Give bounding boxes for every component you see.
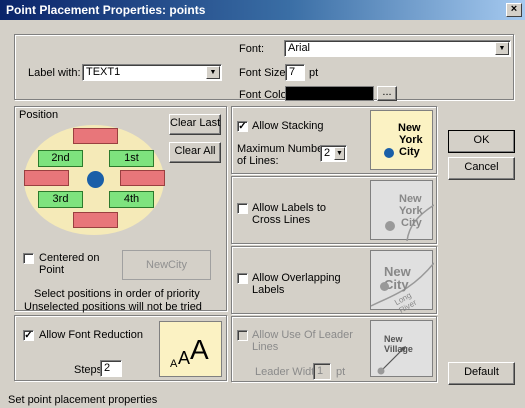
preview-letter-medium: A — [178, 348, 191, 368]
position-left[interactable] — [24, 170, 69, 186]
overlapping-label-2: Labels — [252, 284, 285, 296]
position-hint-1: Select positions in order of priority — [34, 288, 200, 300]
centered-preview: NewCity — [122, 250, 211, 280]
font-color-swatch[interactable] — [285, 86, 374, 101]
font-size-caption: Font Size: — [239, 67, 289, 79]
leader-label-2: Lines — [252, 341, 279, 353]
font-size-unit: pt — [309, 67, 319, 79]
position-bottom[interactable] — [73, 212, 118, 228]
position-slot-1st[interactable]: 1st — [109, 150, 154, 167]
centered-checkbox[interactable] — [23, 253, 34, 264]
stacking-preview-line3: City — [399, 146, 420, 158]
overlapping-preview: New City Long River — [370, 250, 434, 315]
window-title: Point Placement Properties: points — [6, 3, 206, 17]
cancel-button[interactable]: Cancel — [448, 157, 515, 180]
font-reduction-checkbox[interactable]: ✓ — [23, 330, 34, 341]
font-value: Arial — [288, 42, 311, 54]
label-with-select[interactable]: TEXT1 ▼ — [82, 64, 222, 81]
steps-label: Steps — [74, 364, 103, 376]
font-color-button[interactable]: ... — [377, 86, 397, 101]
max-lines-value: 2 — [324, 147, 331, 159]
default-button[interactable]: Default — [448, 362, 515, 385]
title-bar: Point Placement Properties: points × — [0, 0, 525, 20]
leader-arrow — [377, 346, 406, 375]
position-slot-3rd[interactable]: 3rd — [38, 191, 83, 208]
clear-all-button[interactable]: Clear All — [169, 142, 221, 163]
position-right[interactable] — [120, 170, 165, 186]
leader-checkbox[interactable] — [237, 330, 248, 341]
overlapping-label-1: Allow Overlapping — [252, 272, 341, 284]
preview-letter-small: A — [170, 358, 178, 370]
leader-label-1: Allow Use Of Leader — [252, 329, 353, 341]
stacking-preview-point-icon — [384, 148, 394, 158]
status-text: Set point placement properties — [8, 394, 158, 406]
position-hint-2: Unselected positions will not be tried — [24, 301, 202, 313]
close-button[interactable]: × — [506, 3, 522, 17]
cross-lines-preview: New York City — [370, 180, 434, 241]
centered-label-line1: Centered on — [39, 252, 100, 264]
position-slot-2nd[interactable]: 2nd — [38, 150, 83, 167]
ok-button[interactable]: OK — [448, 130, 515, 153]
dialog-window: Point Placement Properties: points × Lab… — [0, 0, 525, 408]
chevron-down-icon[interactable]: ▼ — [206, 66, 220, 79]
font-caption: Font: — [239, 43, 265, 55]
cross-lines-preview-line3: City — [401, 217, 422, 229]
clear-last-button[interactable]: Clear Last — [169, 114, 221, 135]
stacking-preview-line2: York — [399, 134, 423, 146]
chevron-down-icon[interactable]: ▼ — [495, 42, 509, 55]
cross-lines-preview-line1: New — [399, 193, 422, 205]
label-with-caption: Label with: — [28, 67, 81, 79]
position-top[interactable] — [73, 128, 118, 144]
close-icon: × — [510, 3, 518, 15]
stacking-checkbox[interactable]: ✓ — [237, 121, 248, 132]
centered-label-line2: Point — [39, 264, 65, 276]
steps-input[interactable]: 2 — [100, 360, 122, 377]
position-group-label: Position — [19, 109, 59, 121]
font-reduction-label: Allow Font Reduction — [39, 329, 143, 341]
font-reduction-preview: A A A — [159, 321, 222, 377]
cross-lines-label-2: Cross Lines — [252, 214, 311, 226]
max-lines-label-1: Maximum Number — [237, 143, 327, 155]
stacking-preview: New York City — [370, 110, 433, 170]
label-with-value: TEXT1 — [86, 66, 121, 78]
cross-lines-preview-line2: York — [399, 205, 423, 217]
position-slot-4th[interactable]: 4th — [109, 191, 154, 208]
cross-lines-label-1: Allow Labels to — [252, 202, 326, 214]
font-select[interactable]: Arial ▼ — [284, 40, 511, 57]
max-lines-label-2: of Lines: — [237, 155, 279, 167]
preview-letter-large: A — [190, 334, 209, 365]
leader-width-label: Leader Width — [255, 366, 321, 378]
overlapping-checkbox[interactable] — [237, 273, 248, 284]
center-point-icon — [87, 171, 104, 188]
overlapping-point-icon — [380, 282, 389, 291]
leader-preview: New Village — [370, 320, 433, 377]
stacking-preview-line1: New — [398, 122, 421, 134]
max-lines-select[interactable]: 2 ▼ — [320, 145, 347, 162]
cross-lines-checkbox[interactable] — [237, 203, 248, 214]
font-size-input[interactable]: 7 — [285, 64, 305, 81]
cross-lines-point-icon — [385, 221, 395, 231]
chevron-down-icon[interactable]: ▼ — [334, 147, 345, 160]
stacking-label: Allow Stacking — [252, 120, 324, 132]
leader-width-input[interactable]: 1 — [313, 363, 331, 380]
leader-width-unit: pt — [336, 366, 346, 378]
